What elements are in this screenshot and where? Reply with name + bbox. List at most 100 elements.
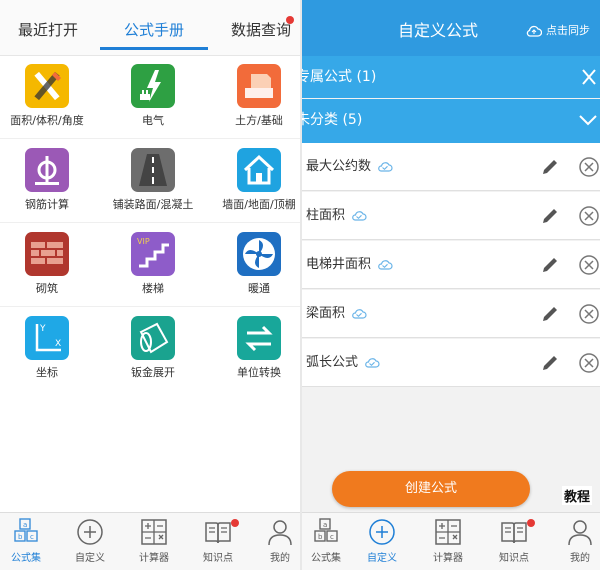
nav-knowledge[interactable]: 知识点: [188, 513, 248, 570]
nav-label: 计算器: [139, 553, 169, 564]
swap-arrows-icon: [237, 316, 281, 360]
axis-icon: YX: [25, 316, 69, 360]
tab-notification-badge: [286, 16, 294, 24]
nav-profile[interactable]: 我的: [550, 513, 600, 570]
abc-blocks-icon: ab c: [314, 518, 338, 542]
nav-calculator[interactable]: 计算器: [418, 513, 478, 570]
svg-text:a: a: [23, 521, 27, 529]
nav-label: 自定义: [75, 553, 105, 564]
nav-label: 公式集: [311, 553, 341, 564]
delete-circle-icon[interactable]: [578, 352, 600, 374]
close-icon[interactable]: [578, 67, 598, 87]
section-exclusive-formulas[interactable]: 专属公式 (1): [302, 56, 600, 98]
top-tab-bar: 最近打开 公式手册 数据查询: [0, 0, 300, 56]
category-earthwork-foundation[interactable]: 土方/基础: [204, 56, 300, 140]
edit-pencil-icon[interactable]: [540, 304, 560, 324]
svg-text:X: X: [55, 339, 61, 349]
formula-row[interactable]: 柱面积: [302, 192, 600, 240]
person-icon: [268, 520, 292, 546]
nav-label: 我的: [270, 553, 290, 564]
nav-label: 知识点: [499, 553, 529, 564]
grid-divider: [0, 138, 300, 139]
edit-pencil-icon[interactable]: [540, 255, 560, 275]
formula-name: 最大公约数: [306, 159, 372, 174]
formula-handbook-screen: 最近打开 公式手册 数据查询 面积/体积/角度 电气 土方/基础 钢筋计算 铺装…: [0, 0, 300, 570]
ruler-pencil-icon: [25, 64, 69, 108]
create-formula-button[interactable]: 创建公式: [332, 471, 530, 507]
category-hvac[interactable]: 暖通: [204, 224, 300, 308]
tab-data-query[interactable]: 数据查询: [216, 0, 300, 56]
svg-text:c: c: [330, 533, 334, 541]
formula-row[interactable]: 最大公约数: [302, 143, 600, 191]
delete-circle-icon[interactable]: [578, 303, 600, 325]
formula-name: 弧长公式: [306, 355, 359, 370]
category-unit-conversion[interactable]: 单位转换: [204, 308, 300, 392]
cloud-synced-icon: [378, 260, 393, 270]
grid-divider: [0, 306, 300, 307]
edit-pencil-icon[interactable]: [540, 353, 560, 373]
category-label: 暖通: [248, 282, 270, 295]
svg-text:c: c: [30, 533, 34, 541]
book-icon: [501, 522, 527, 544]
delete-circle-icon[interactable]: [578, 156, 600, 178]
svg-text:VIP: VIP: [137, 237, 150, 246]
formula-row[interactable]: 弧长公式: [302, 339, 600, 387]
formula-name: 柱面积: [306, 208, 346, 223]
svg-text:b: b: [18, 533, 23, 541]
fan-icon: [237, 232, 281, 276]
nav-custom[interactable]: 自定义: [60, 513, 120, 570]
page-title: 自定义公式: [398, 21, 479, 40]
cylinder-icon: [131, 316, 175, 360]
cloud-synced-icon: [365, 358, 380, 368]
plus-circle-icon: [369, 519, 395, 545]
section-uncategorized[interactable]: 未分类 (5): [302, 99, 600, 143]
edit-pencil-icon[interactable]: [540, 206, 560, 226]
formula-row[interactable]: 电梯井面积: [302, 241, 600, 289]
nav-profile[interactable]: 我的: [250, 513, 300, 570]
road-icon: [131, 148, 175, 192]
nav-label: 我的: [570, 553, 590, 564]
tutorial-link[interactable]: 教程: [562, 486, 593, 505]
category-label: 单位转换: [237, 366, 281, 379]
category-label: 土方/基础: [235, 114, 283, 127]
sync-label: 点击同步: [546, 24, 590, 37]
chevron-down-icon[interactable]: [578, 110, 598, 130]
nav-label: 计算器: [433, 553, 463, 564]
sync-button[interactable]: 点击同步: [526, 0, 590, 56]
category-wall-floor-ceiling[interactable]: 墙面/地面/顶棚: [204, 140, 300, 224]
custom-formula-header: 自定义公式 点击同步: [302, 0, 600, 56]
foundation-icon: [237, 64, 281, 108]
brick-wall-icon: [25, 232, 69, 276]
plug-lightning-icon: [131, 64, 175, 108]
nav-label: 知识点: [203, 553, 233, 564]
delete-circle-icon[interactable]: [578, 205, 600, 227]
svg-text:b: b: [318, 533, 323, 541]
cloud-synced-icon: [352, 309, 367, 319]
nav-custom[interactable]: 自定义: [352, 513, 412, 570]
nav-formula-set[interactable]: abc 公式集: [302, 513, 356, 570]
nav-label: 公式集: [11, 553, 41, 564]
cloud-synced-icon: [352, 211, 367, 221]
formula-name: 电梯井面积: [306, 257, 372, 272]
svg-text:Y: Y: [39, 324, 46, 334]
custom-formula-screen: 自定义公式 点击同步 专属公式 (1) 未分类 (5) 最大公约数 柱面积 电梯…: [302, 0, 600, 570]
nav-notification-badge: [527, 519, 535, 527]
calculator-icon: [141, 519, 167, 545]
house-icon: [237, 148, 281, 192]
section-label: 未分类 (5): [302, 112, 363, 128]
tab-recent[interactable]: 最近打开: [0, 0, 96, 56]
formula-row[interactable]: 梁面积: [302, 290, 600, 338]
section-label: 专属公式 (1): [302, 69, 377, 85]
delete-circle-icon[interactable]: [578, 254, 600, 276]
person-icon: [568, 520, 592, 546]
bottom-nav: abc 公式集 自定义 计算器 知识点 我的: [0, 512, 300, 570]
nav-calculator[interactable]: 计算器: [124, 513, 184, 570]
nav-formula-set[interactable]: abc 公式集: [0, 513, 56, 570]
edit-pencil-icon[interactable]: [540, 157, 560, 177]
book-icon: [205, 522, 231, 544]
grid-divider: [0, 222, 300, 223]
plus-circle-icon: [77, 519, 103, 545]
nav-label: 自定义: [367, 553, 397, 564]
nav-knowledge[interactable]: 知识点: [484, 513, 544, 570]
stairs-icon: VIP: [131, 232, 175, 276]
